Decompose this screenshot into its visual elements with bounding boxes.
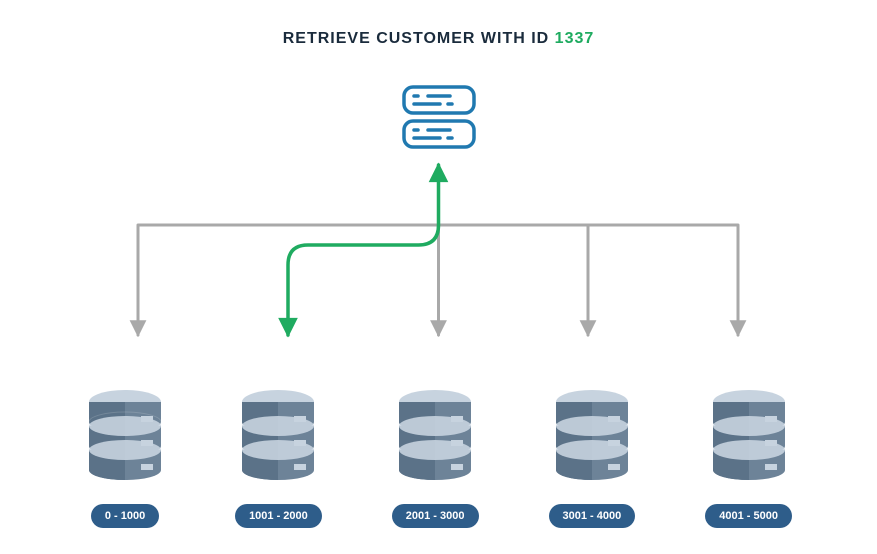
shard-node: 1001 - 2000 [235, 388, 322, 528]
shard-node: 4001 - 5000 [705, 388, 792, 528]
database-icon [709, 388, 789, 488]
connector-arrows [0, 155, 877, 355]
database-icon [552, 388, 632, 488]
arrow-shard-3 [439, 195, 589, 335]
server-icon [400, 82, 478, 157]
shard-node: 3001 - 4000 [549, 388, 636, 528]
shard-range-pill: 4001 - 5000 [705, 504, 792, 528]
database-icon [395, 388, 475, 488]
diagram-title: RETRIEVE CUSTOMER WITH ID 1337 [0, 30, 877, 48]
title-id: 1337 [555, 30, 595, 47]
database-icon [85, 388, 165, 488]
shard-range-pill: 2001 - 3000 [392, 504, 479, 528]
arrow-shard-selected [288, 165, 439, 335]
database-icon [238, 388, 318, 488]
shard-range-pill: 0 - 1000 [91, 504, 159, 528]
shard-node: 2001 - 3000 [392, 388, 479, 528]
shard-range-pill: 1001 - 2000 [235, 504, 322, 528]
shard-range-pill: 3001 - 4000 [549, 504, 636, 528]
shard-node: 0 - 1000 [85, 388, 165, 528]
shard-row: 0 - 1000 1001 - 2000 [0, 388, 877, 528]
title-prefix: RETRIEVE CUSTOMER WITH ID [283, 30, 555, 47]
